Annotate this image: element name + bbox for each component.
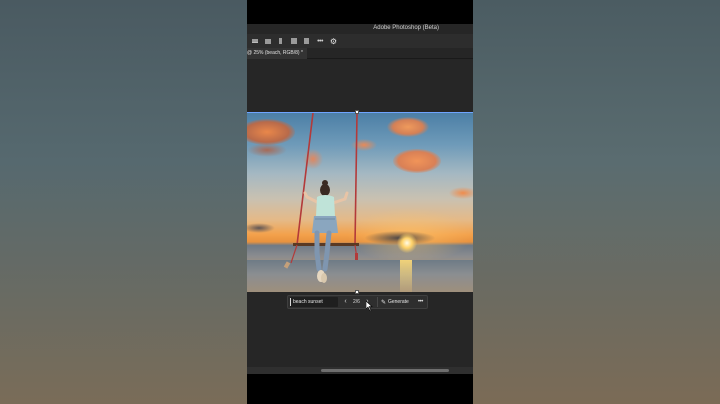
- align-top-icon[interactable]: [276, 37, 285, 46]
- prompt-input[interactable]: beach sunset: [290, 297, 338, 307]
- align-bottom-icon[interactable]: [302, 37, 311, 46]
- align-center-icon[interactable]: [263, 37, 272, 46]
- variation-counter: 2/6: [353, 299, 360, 305]
- more-options-icon[interactable]: •••: [315, 37, 325, 46]
- sparkle-icon: ✎: [380, 299, 386, 306]
- transform-handle-bottom[interactable]: [355, 290, 359, 294]
- gear-icon[interactable]: ⚙: [329, 37, 338, 46]
- previous-variation-button[interactable]: ‹: [343, 296, 348, 308]
- document-tab[interactable]: @ 25% (beach, RGB/8) *: [247, 48, 307, 59]
- align-left-icon[interactable]: [250, 37, 259, 46]
- screen-recording: Adobe Photoshop (Beta) ••• ⚙ @ 25% (beac…: [247, 0, 473, 404]
- swing-figure: [283, 113, 359, 283]
- options-bar: ••• ⚙: [247, 34, 473, 48]
- contextual-task-bar: beach sunset ‹ 2/6 › ✎ Generate •••: [287, 295, 428, 309]
- horizontal-scrollbar[interactable]: [247, 367, 473, 374]
- more-icon[interactable]: •••: [418, 299, 424, 305]
- blurred-background-right: [473, 0, 720, 404]
- generate-button[interactable]: ✎ Generate: [376, 297, 412, 307]
- scrollbar-thumb[interactable]: [321, 369, 449, 372]
- mouse-cursor-icon: [366, 301, 373, 311]
- canvas-area[interactable]: beach sunset ‹ 2/6 › ✎ Generate •••: [247, 59, 473, 370]
- blurred-background-left: [0, 0, 247, 404]
- transform-handle-top[interactable]: [355, 110, 359, 114]
- align-middle-icon[interactable]: [289, 37, 298, 46]
- generate-label: Generate: [387, 299, 409, 305]
- app-title: Adobe Photoshop (Beta): [373, 25, 439, 31]
- canvas-image[interactable]: [247, 113, 473, 292]
- document-tabs: @ 25% (beach, RGB/8) *: [247, 48, 473, 59]
- title-bar: Adobe Photoshop (Beta): [247, 24, 473, 34]
